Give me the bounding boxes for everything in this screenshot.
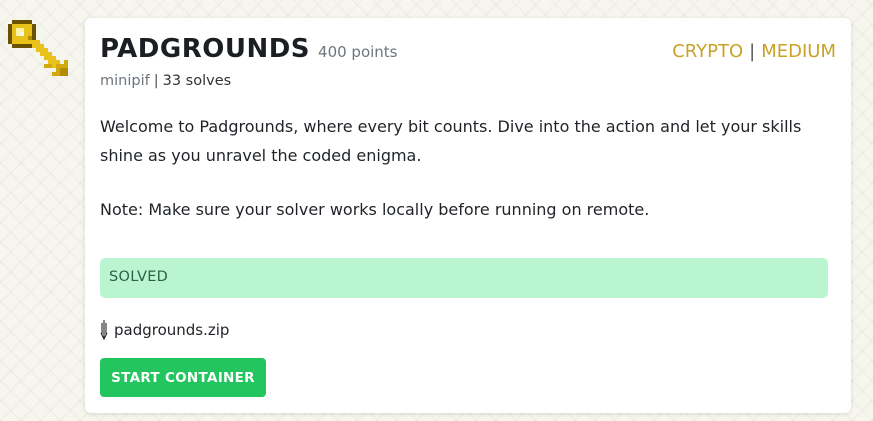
start-container-button[interactable]: START CONTAINER	[100, 358, 266, 397]
difficulty-tag: MEDIUM	[761, 41, 836, 62]
title-row: PADGROUNDS 400 points	[100, 34, 398, 64]
challenge-tags: CRYPTO | MEDIUM	[672, 41, 836, 62]
tag-separator: |	[749, 41, 756, 62]
challenge-card: PADGROUNDS 400 points minipif | 33 solves …	[85, 18, 851, 413]
author-name: minipif	[100, 73, 150, 89]
status-banner: SOLVED	[100, 258, 828, 298]
challenge-points: 400 points	[318, 43, 398, 61]
challenge-description: Welcome to Padgrounds, where every bit c…	[100, 112, 840, 224]
description-note: Note: Make sure your solver works locall…	[100, 200, 650, 219]
meta-separator: |	[153, 73, 159, 89]
key-icon	[8, 16, 72, 80]
attachment-filename[interactable]: padgrounds.zip	[114, 321, 229, 339]
category-tag: CRYPTO	[672, 41, 744, 62]
challenge-title: PADGROUNDS	[100, 34, 311, 64]
solves-count: 33 solves	[162, 73, 232, 89]
status-text: SOLVED	[109, 269, 169, 285]
attachment-link[interactable]: padgrounds.zip	[99, 319, 229, 341]
download-icon	[100, 320, 108, 341]
description-paragraph: Welcome to Padgrounds, where every bit c…	[100, 117, 802, 165]
challenge-meta: minipif | 33 solves	[100, 73, 231, 89]
